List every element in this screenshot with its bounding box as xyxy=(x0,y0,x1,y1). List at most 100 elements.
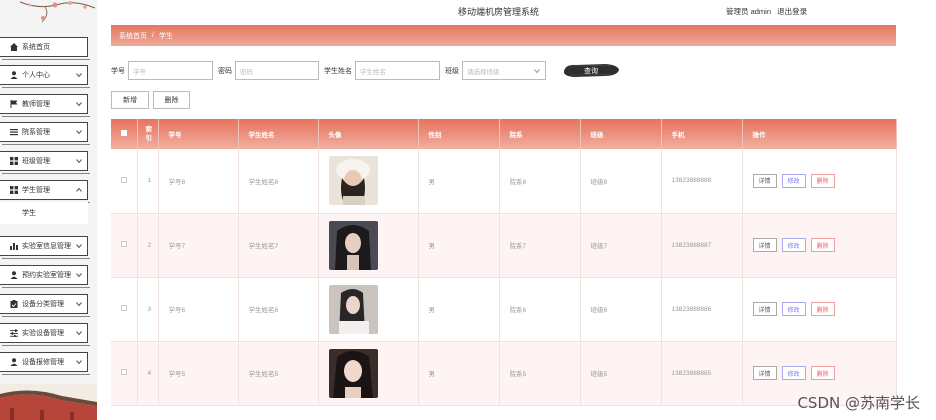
cell-index: 3 xyxy=(137,277,159,342)
cell-avatar xyxy=(318,277,419,342)
chevron-down-icon xyxy=(76,244,82,249)
breadcrumb-current: 学生 xyxy=(158,32,173,40)
sidebar-item-label: 实验设备管理 xyxy=(22,330,64,337)
row-delete-button[interactable]: 删除 xyxy=(810,366,835,380)
sidebar-item-label: 个人中心 xyxy=(22,72,50,79)
avatar-photo xyxy=(328,220,378,270)
cell-ops: 详情 修改 删除 xyxy=(742,149,897,214)
chevron-down-icon xyxy=(76,159,82,164)
home-icon xyxy=(9,43,18,52)
avatar-photo xyxy=(328,284,378,334)
row-checkbox[interactable] xyxy=(111,341,138,406)
password-input[interactable]: 密码 xyxy=(235,61,319,80)
submenu-item-student[interactable]: 学生 xyxy=(0,202,88,224)
delete-button[interactable]: 删除 xyxy=(153,91,190,109)
cell-phone: 13823888886 xyxy=(661,277,743,342)
select-all-checkbox[interactable] xyxy=(111,119,138,149)
col-department: 院系 xyxy=(499,119,581,149)
student-table: 索引 学号 学生姓名 头像 性别 院系 班级 手机 操作 1 学号8 学生姓名8 xyxy=(111,119,897,406)
sidebar-item-label: 系统首页 xyxy=(22,44,50,51)
col-phone: 手机 xyxy=(661,119,743,149)
sidebar-item-lab-info[interactable]: 实验室信息管理 xyxy=(0,236,90,259)
sidebar-item-repairs[interactable]: 设备报修管理 xyxy=(0,352,90,375)
edit-button[interactable]: 修改 xyxy=(781,366,806,380)
sidebar-item-departments[interactable]: 院系管理 xyxy=(0,122,90,145)
sidebar-item-home[interactable]: 系统首页 xyxy=(0,37,90,60)
cell-student-no: 学号7 xyxy=(158,213,239,278)
detail-button[interactable]: 详情 xyxy=(752,366,777,380)
search-button[interactable]: 查询 xyxy=(562,62,620,79)
cell-ops: 详情 修改 删除 xyxy=(742,277,897,342)
row-delete-button[interactable]: 删除 xyxy=(810,238,835,252)
detail-button[interactable]: 详情 xyxy=(752,302,777,316)
chevron-down-icon xyxy=(76,302,82,307)
row-checkbox[interactable] xyxy=(111,277,138,342)
list-icon xyxy=(9,128,18,137)
breadcrumb-separator: / xyxy=(152,32,154,39)
col-avatar: 头像 xyxy=(318,119,419,149)
edit-button[interactable]: 修改 xyxy=(781,173,806,188)
logout-link[interactable]: 退出登录 xyxy=(777,7,807,16)
sidebar-item-lab-devices[interactable]: 实验设备管理 xyxy=(0,323,90,346)
sidebar-item-profile[interactable]: 个人中心 xyxy=(0,65,90,88)
sidebar-item-teachers[interactable]: 教师管理 xyxy=(0,94,90,117)
breadcrumb-home[interactable]: 系统首页 xyxy=(119,31,147,41)
palace-roof-decoration xyxy=(0,384,97,420)
sidebar-item-classes[interactable]: 班级管理 xyxy=(0,151,90,174)
cell-class: 班级8 xyxy=(580,149,662,214)
grid-icon xyxy=(9,157,18,166)
table-row: 2 学号7 学生姓名7 男 院系7 班级7 13823888887 详情 修改 … xyxy=(111,213,897,278)
cell-name: 学生姓名6 xyxy=(238,277,319,342)
sidebar-item-label: 预约实验室管理 xyxy=(22,272,71,279)
row-delete-button[interactable]: 删除 xyxy=(810,173,835,188)
table-row: 1 学号8 学生姓名8 男 院系8 班级8 13823888888 详情 修改 xyxy=(111,149,897,214)
sidebar-item-label: 学生管理 xyxy=(22,187,50,194)
cell-index: 1 xyxy=(137,149,159,214)
sidebar-item-label: 院系管理 xyxy=(22,129,50,136)
detail-button[interactable]: 详情 xyxy=(752,173,777,188)
cell-ops: 详情 修改 删除 xyxy=(742,213,897,278)
cell-phone: 13823888887 xyxy=(661,213,743,278)
cell-index: 2 xyxy=(137,213,159,278)
student-name-label: 学生姓名 xyxy=(324,67,352,75)
col-student-no: 学号 xyxy=(158,119,239,149)
col-index: 索引 xyxy=(137,119,159,149)
cell-student-no: 学号5 xyxy=(158,341,239,406)
cell-class: 班级5 xyxy=(580,341,662,406)
table-row: 4 学号5 学生姓名5 男 院系5 班级5 13823888885 详情 修改 … xyxy=(111,341,897,406)
col-class: 班级 xyxy=(580,119,662,149)
student-no-input[interactable]: 学号 xyxy=(128,61,213,80)
row-checkbox[interactable] xyxy=(111,213,138,278)
class-select[interactable]: 请选择班级 xyxy=(462,61,546,80)
cell-department: 院系5 xyxy=(499,341,581,406)
plum-blossom-decoration xyxy=(19,1,96,23)
cell-gender: 男 xyxy=(418,213,500,278)
edit-button[interactable]: 修改 xyxy=(781,238,806,252)
edit-button[interactable]: 修改 xyxy=(781,302,806,316)
cell-class: 班级7 xyxy=(580,213,662,278)
cell-gender: 男 xyxy=(418,149,500,214)
cell-phone: 13823888888 xyxy=(661,149,743,214)
sidebar-item-label: 教师管理 xyxy=(22,101,50,108)
sidebar-item-label: 设备分类管理 xyxy=(22,301,64,308)
cell-name: 学生姓名5 xyxy=(238,341,319,406)
user-icon xyxy=(9,358,18,367)
cell-gender: 男 xyxy=(418,341,500,406)
sidebar-item-device-category[interactable]: 设备分类管理 xyxy=(0,294,90,317)
sidebar-item-lab-booking[interactable]: 预约实验室管理 xyxy=(0,265,90,288)
chevron-down-icon xyxy=(534,69,540,74)
current-user: 管理员 admin xyxy=(726,7,772,16)
row-checkbox[interactable] xyxy=(111,149,138,214)
add-button[interactable]: 新增 xyxy=(111,91,149,109)
sidebar-item-students[interactable]: 学生管理 xyxy=(0,180,90,203)
chevron-down-icon xyxy=(76,273,82,278)
app-title: 移动端机房管理系统 xyxy=(458,7,540,17)
cell-department: 院系8 xyxy=(499,149,581,214)
clipboard-icon xyxy=(9,300,18,309)
student-name-input[interactable]: 学生姓名 xyxy=(355,61,440,80)
grid-icon xyxy=(9,186,18,195)
row-delete-button[interactable]: 删除 xyxy=(810,302,835,316)
breadcrumb: 系统首页 / 学生 xyxy=(111,25,896,46)
bar-chart-icon xyxy=(9,242,18,251)
detail-button[interactable]: 详情 xyxy=(752,238,777,252)
